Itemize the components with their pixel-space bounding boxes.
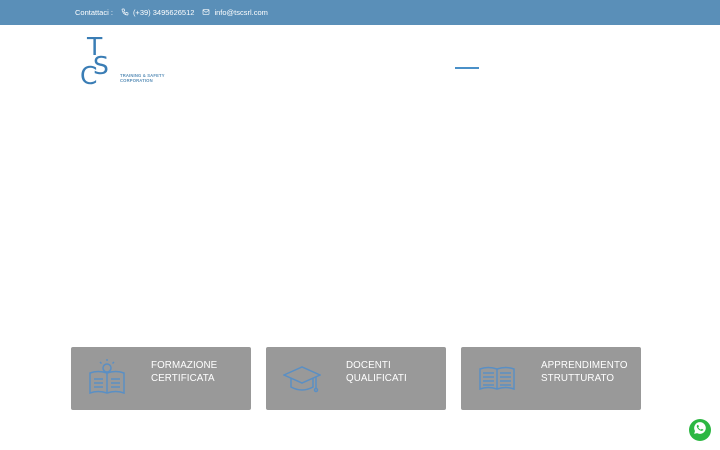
open-book-icon <box>478 359 516 397</box>
phone-icon <box>121 8 129 18</box>
feature-line2: STRUTTURATO <box>541 372 615 384</box>
mail-icon <box>202 8 210 18</box>
feature-title-apprendimento: APPRENDIMENTO STRUTTURATO <box>541 360 628 385</box>
phone-link[interactable]: (+39) 3495626512 <box>121 8 195 18</box>
certificate-book-icon <box>88 359 126 397</box>
whatsapp-icon <box>693 421 707 440</box>
feature-cards: FORMAZIONE CERTIFICATA DOCENTI QUALIFICA… <box>0 347 720 410</box>
email-address: info@tscsrl.com <box>214 8 268 17</box>
feature-line1: APPRENDIMENTO <box>541 360 628 371</box>
whatsapp-chat-button[interactable] <box>689 419 711 441</box>
feature-card-formazione[interactable]: FORMAZIONE CERTIFICATA <box>71 347 251 410</box>
email-link[interactable]: info@tscsrl.com <box>202 8 268 18</box>
top-contact-bar: Contattaci : (+39) 3495626512 info@tscsr… <box>0 0 720 25</box>
contact-label: Contattaci : <box>75 8 113 17</box>
nav-active-indicator[interactable] <box>455 67 479 69</box>
logo-letter-c: C <box>80 61 97 89</box>
feature-line2: QUALIFICATI <box>346 372 407 384</box>
feature-line1: DOCENTI <box>346 360 391 371</box>
feature-line2: CERTIFICATA <box>151 372 215 384</box>
feature-line1: FORMAZIONE <box>151 360 218 371</box>
logo-tagline-line2: CORPORATION <box>120 78 153 84</box>
phone-number: (+39) 3495626512 <box>132 8 195 17</box>
graduation-cap-icon <box>282 359 322 397</box>
contact-info: Contattaci : (+39) 3495626512 info@tscsr… <box>75 0 268 25</box>
site-header: T S C TRAINING & SAFETY CORPORATION <box>0 25 720 95</box>
feature-title-docenti: DOCENTI QUALIFICATI <box>346 360 407 385</box>
feature-card-apprendimento[interactable]: APPRENDIMENTO STRUTTURATO <box>461 347 641 410</box>
logo-tagline: TRAINING & SAFETY CORPORATION <box>120 73 165 84</box>
feature-card-docenti[interactable]: DOCENTI QUALIFICATI <box>266 347 446 410</box>
feature-title-formazione: FORMAZIONE CERTIFICATA <box>151 360 217 385</box>
